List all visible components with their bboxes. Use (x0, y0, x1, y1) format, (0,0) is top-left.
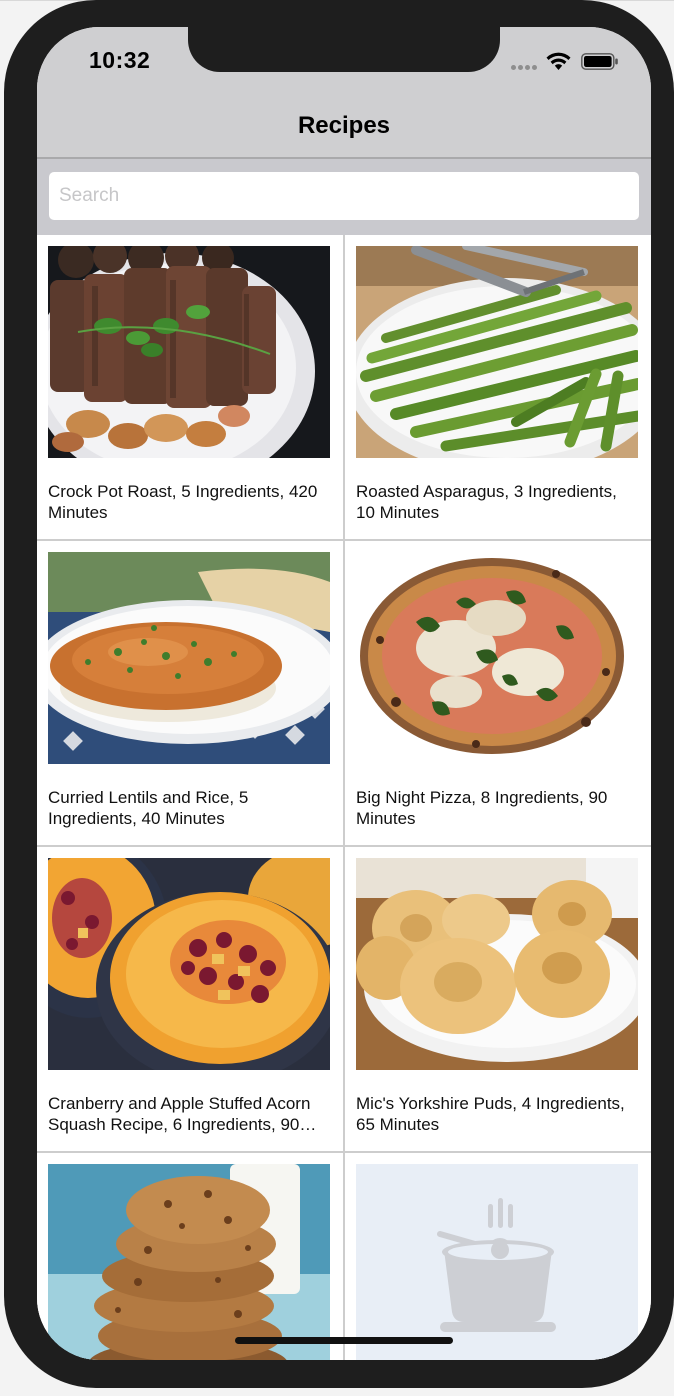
recipe-image (356, 552, 638, 764)
recipe-cell[interactable]: Curried Lentils and Rice, 5 Ingredients,… (37, 541, 343, 845)
device-notch (188, 27, 500, 72)
status-time: 10:32 (89, 47, 151, 73)
recipe-grid[interactable]: Crock Pot Roast, 5 Ingredients, 420 Minu… (37, 235, 651, 1360)
recipe-image (48, 858, 330, 1070)
cooking-pot-icon (356, 1164, 638, 1360)
recipe-image (356, 246, 638, 458)
recipe-image (48, 246, 330, 458)
recipe-title: Mic's Yorkshire Puds, 4 Ingredients, 65 … (356, 1094, 625, 1134)
recipe-cell[interactable]: Crock Pot Roast, 5 Ingredients, 420 Minu… (37, 235, 343, 539)
recipe-cell[interactable]: Roasted Asparagus, 3 Ingredients, 10 Min… (345, 235, 651, 539)
home-indicator[interactable] (235, 1337, 453, 1344)
cellular-signal-icon (511, 65, 539, 71)
recipe-title: Cranberry and Apple Stuffed Acorn Squash… (48, 1094, 311, 1134)
navigation-bar: 10:32 Recipes (37, 27, 651, 235)
recipe-cell[interactable] (37, 1153, 343, 1360)
recipe-cell[interactable]: Cranberry and Apple Stuffed Acorn Squash… (37, 847, 343, 1151)
page-title: Recipes (297, 112, 391, 139)
recipe-image (48, 552, 330, 764)
recipe-title: Crock Pot Roast, 5 Ingredients, 420 Minu… (48, 482, 318, 522)
recipe-image (356, 858, 638, 1070)
recipe-image-placeholder (356, 1164, 638, 1360)
wifi-icon (546, 52, 571, 70)
recipe-title: Roasted Asparagus, 3 Ingredients, 10 Min… (356, 482, 617, 522)
device-frame: 10:32 Recipes Search Crock Pot Roast, 5 … (4, 0, 674, 1388)
search-input[interactable] (49, 172, 639, 220)
recipe-cell[interactable]: Mic's Yorkshire Puds, 4 Ingredients, 65 … (345, 847, 651, 1151)
recipe-title: Curried Lentils and Rice, 5 Ingredients,… (48, 788, 249, 828)
search-bar (37, 159, 651, 235)
recipe-image (48, 1164, 330, 1360)
app-screen: 10:32 Recipes Search Crock Pot Roast, 5 … (37, 27, 651, 1360)
recipe-title: Big Night Pizza, 8 Ingredients, 90 Minut… (356, 788, 608, 828)
recipe-cell[interactable] (345, 1153, 651, 1360)
battery-icon (581, 53, 618, 70)
recipe-cell[interactable]: Big Night Pizza, 8 Ingredients, 90 Minut… (345, 541, 651, 845)
